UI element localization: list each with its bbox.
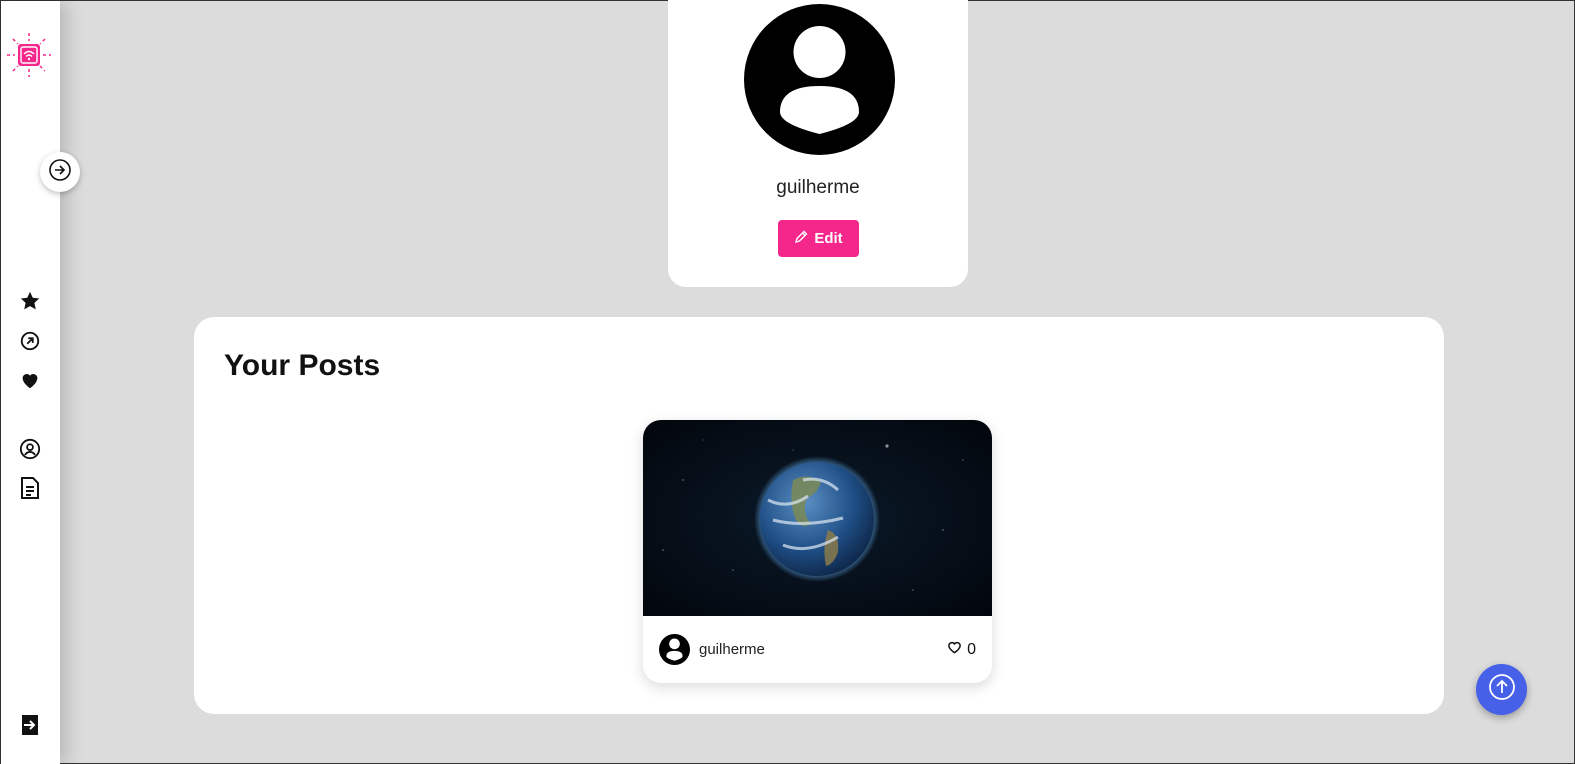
sidebar [1,1,60,764]
edit-label: Edit [814,230,843,247]
post-author-avatar[interactable] [659,634,690,665]
arrow-right-circle-icon [48,158,72,187]
star-icon[interactable] [18,289,42,313]
scroll-to-top-button[interactable] [1476,664,1527,715]
avatar [744,4,895,155]
profile-username: guilherme [776,177,860,198]
profile-card: guilherme Edit [668,0,968,287]
logout-icon[interactable] [18,713,42,737]
logo-icon[interactable] [7,33,51,77]
edit-profile-button[interactable]: Edit [778,220,859,257]
posts-title: Your Posts [224,349,381,382]
like-button[interactable]: 0 [947,640,976,659]
like-count: 0 [967,640,976,658]
document-icon[interactable] [18,476,42,500]
post-footer: guilherme 0 [643,616,992,683]
heart-outline-icon [947,640,962,659]
explore-icon[interactable] [18,329,42,353]
posts-panel: Your Posts guilherme 0 [194,317,1444,714]
arrow-up-circle-icon [1488,673,1516,706]
sidebar-toggle-button[interactable] [40,152,80,192]
post-card[interactable]: guilherme 0 [643,420,992,683]
heart-icon[interactable] [18,368,42,392]
post-author[interactable]: guilherme [699,641,765,658]
pencil-icon [794,230,808,248]
post-image[interactable] [643,420,992,616]
user-circle-icon[interactable] [18,437,42,461]
